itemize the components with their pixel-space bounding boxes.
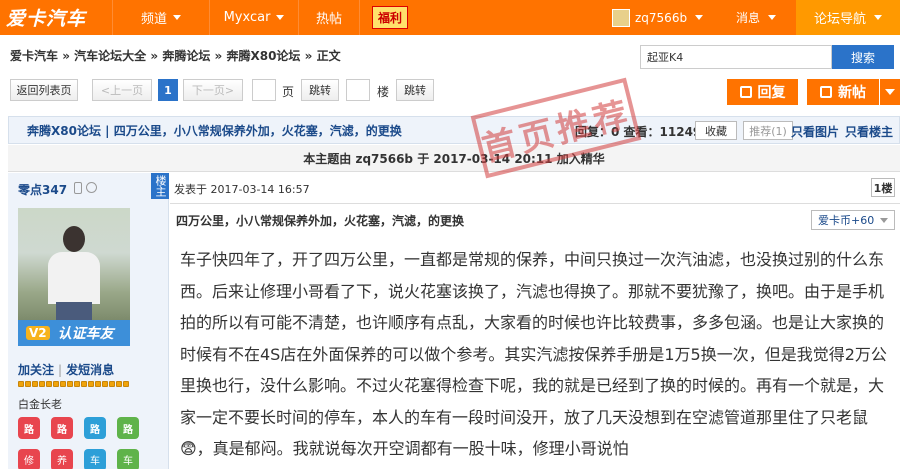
star-icon [123,381,129,387]
phone-icon [74,182,82,194]
male-icon [86,182,97,193]
reply-button[interactable]: 回复 [727,79,798,105]
divider [170,203,900,204]
thread-title: 奔腾X80论坛 | 四万公里，小八常规保养外加，火花塞，汽滤，的更换 [27,123,402,138]
chevron-down-icon [695,15,704,20]
nav-channel[interactable]: 频道 [113,0,209,35]
star-icon [95,381,101,387]
search-input[interactable] [640,45,832,69]
breadcrumb-item[interactable]: 爱卡汽车 [10,49,58,63]
avatar [612,8,630,27]
star-icon [116,381,122,387]
star-icon [53,381,59,387]
breadcrumb-item[interactable]: 汽车论坛大全 [74,49,146,63]
star-icon [88,381,94,387]
follow-link[interactable]: 加关注 [18,363,54,377]
breadcrumb-current: 正文 [316,49,341,63]
page-jump-button[interactable]: 跳转 [301,79,339,101]
op-badge: 楼主 [151,173,169,199]
prev-page-button[interactable]: < 上一页 [92,79,152,101]
floor-jump-input[interactable] [346,79,370,101]
chevron-down-icon [768,15,777,20]
medal-icon[interactable]: 路 [84,417,106,439]
message-link[interactable]: 发短消息 [66,363,114,377]
coin-reward[interactable]: 爱卡币+60 [811,210,895,230]
medal-icon[interactable]: 车 [117,449,139,469]
collect-button[interactable]: 收藏 [695,121,737,140]
page-label: 页 [282,85,295,99]
breadcrumb-item[interactable]: 奔腾论坛 [162,49,210,63]
rank-stars [18,381,129,387]
author-name[interactable]: 零点347 [18,181,67,198]
breadcrumb: 爱卡汽车 » 汽车论坛大全 » 奔腾论坛 » 奔腾X80论坛 » 正文 [10,49,341,63]
page-number-current[interactable]: 1 [158,79,178,101]
medal-icon[interactable]: 路 [18,417,40,439]
search-button[interactable]: 搜索 [832,45,894,69]
star-icon [74,381,80,387]
star-icon [32,381,38,387]
messages-menu[interactable]: 消息 [736,0,777,35]
post-body: 车子快四年了，开了四万公里，一直都是常规的保养，中间只换过一次汽油滤，也没换过别… [180,250,887,458]
page-jump-input[interactable] [252,79,276,101]
star-icon [25,381,31,387]
star-icon [109,381,115,387]
verified-badge: V2 认证车友 [18,320,130,346]
medal-row: 路路路路 [18,417,139,439]
username: zq7566b [635,10,688,25]
new-post-button[interactable]: 新帖 [807,79,879,105]
chevron-left-icon: < [100,83,111,97]
site-logo[interactable]: 爱卡汽车 [0,0,112,35]
topic-note: 本主题由 zq7566b 于 2017-03-14 20:11 加入精华 [8,145,900,172]
post-title: 四万公里，小八常规保养外加，火花塞，汽滤，的更换 [176,214,465,228]
medal-icon[interactable]: 养 [51,449,73,469]
nav-hot-posts[interactable]: 热帖 [299,0,359,35]
star-icon [67,381,73,387]
medal-icon[interactable]: 路 [51,417,73,439]
star-icon [60,381,66,387]
nav-myxcar[interactable]: Myxcar [210,0,298,35]
chevron-down-icon [880,218,888,223]
star-icon [18,381,24,387]
floor-jump-button[interactable]: 跳转 [396,79,434,101]
medal-row: 修养车车 [18,449,139,469]
forum-nav-button[interactable]: 论坛导航 [796,0,900,35]
author-panel: 零点347 楼主 V2 认证车友 加关注 | 发短消息 白金长老 路路路路 修养车车 [8,173,169,469]
star-icon [81,381,87,387]
medal-icon[interactable]: 修 [18,449,40,469]
new-post-dropdown[interactable] [880,79,900,105]
thread-forum-link[interactable]: 奔腾X80论坛 [27,124,101,138]
edit-icon [820,86,832,98]
nav-fuli[interactable]: 福利 [360,0,420,35]
only-op-link[interactable]: 只看楼主 [845,123,893,140]
thread-header: 奔腾X80论坛 | 四万公里，小八常规保养外加，火花塞，汽滤，的更换 回复：0 … [8,116,900,144]
medal-icon[interactable]: 车 [84,449,106,469]
only-images-link[interactable]: 只看图片 [791,123,839,140]
star-icon [102,381,108,387]
floor-label: 楼 [377,85,390,99]
recommend-button[interactable]: 推荐(1) [743,121,793,140]
medal-icon[interactable]: 路 [117,417,139,439]
star-icon [46,381,52,387]
floor-number[interactable]: 1楼 [871,178,895,197]
avatar[interactable] [18,208,130,320]
next-page-button[interactable]: 下一页 > [183,79,243,101]
chevron-down-icon [885,89,895,95]
rank-title: 白金长老 [18,398,62,411]
user-menu[interactable]: zq7566b [612,0,704,35]
chevron-right-icon: > [224,83,235,97]
chevron-down-icon [874,15,882,20]
reply-icon [739,86,752,98]
star-icon [39,381,45,387]
post-time: 发表于 2017-03-14 16:57 [174,183,310,196]
chevron-down-icon [276,15,285,20]
chevron-down-icon [173,15,181,20]
breadcrumb-item[interactable]: 奔腾X80论坛 [226,49,300,63]
back-to-list-button[interactable]: 返回列表页 [10,79,78,101]
